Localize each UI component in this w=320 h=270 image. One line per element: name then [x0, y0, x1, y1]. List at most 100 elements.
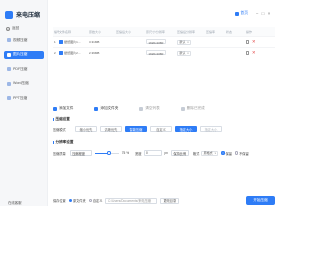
- target-resolution-select[interactable]: 默认 ▾: [177, 50, 192, 56]
- sidebar-item-pdf[interactable]: PDF压缩: [4, 65, 44, 74]
- action-label: 删除已完成: [186, 106, 205, 110]
- folder-icon: [94, 106, 99, 111]
- output-row: 压缩质量 压缩程度 75 % 宽度 0 px 保持比例 格式 原格式 ▾ 保留: [53, 150, 275, 156]
- target-resolution-select[interactable]: 默认 ▾: [177, 39, 192, 45]
- radio-keep[interactable]: 保留: [221, 151, 232, 156]
- mode-option[interactable]: 智能压缩: [125, 126, 147, 132]
- save-path-input[interactable]: C:/Users/Documents/来电压缩: [105, 197, 158, 204]
- section-bar: [53, 117, 54, 122]
- back-button[interactable]: ‹ 返回: [6, 26, 19, 31]
- sidebar-item-image[interactable]: 图片压缩: [4, 50, 44, 59]
- radio-dot: [221, 151, 225, 155]
- add-file-icon: [53, 106, 57, 111]
- sidebar-item-video[interactable]: 视频压缩: [4, 36, 44, 45]
- target-resolution-value: 默认: [179, 51, 186, 55]
- section-title-text: 分辨率设置: [55, 140, 74, 144]
- customer-service-link[interactable]: 在线客服: [8, 200, 22, 205]
- radio-discard[interactable]: 不保留: [234, 151, 249, 156]
- action-bar: 添加文件 添加文件夹 清空列表 删除已完成: [53, 106, 275, 111]
- sidebar-item-ppt[interactable]: PPT压缩: [4, 94, 44, 103]
- row-ops: ✕: [246, 51, 275, 55]
- mode-option[interactable]: 清晰优先: [100, 126, 122, 132]
- format-value: 原格式: [203, 151, 213, 155]
- mode-option[interactable]: 自定义: [150, 126, 172, 132]
- save-location-label: 保存位置: [53, 199, 66, 203]
- image-icon: [7, 52, 11, 57]
- col-header: 压缩后分辨率: [177, 29, 196, 34]
- file-name-cell: 壁纸图片1....: [59, 40, 89, 44]
- action-label: 添加文件: [59, 106, 74, 110]
- col-header: 操作: [246, 29, 253, 34]
- delete-icon[interactable]: ✕: [252, 40, 256, 44]
- resolution-cell: 1920x1080: [146, 39, 177, 45]
- row-ops: ✕: [246, 40, 275, 44]
- compress-settings-title: 压缩设置: [53, 117, 70, 122]
- size-option[interactable]: 指定大小: [200, 126, 222, 132]
- file-table: 编号 文件名称 原始大小 压缩后大小 原尺寸/分辨率 压缩后分辨率 压缩率 状态…: [53, 27, 275, 97]
- back-label: 返回: [12, 26, 20, 30]
- add-folder-button[interactable]: 添加文件夹: [94, 106, 118, 111]
- section-title-text: 压缩设置: [55, 117, 70, 121]
- file-size: 3.31MB: [89, 40, 100, 44]
- col-header: 压缩率: [206, 29, 216, 34]
- file-name-cell: 壁纸图片2....: [59, 51, 89, 55]
- title-controls: 首页 − □ ×: [234, 11, 272, 16]
- output-settings-title: 分辨率设置: [53, 140, 73, 145]
- radio-same-folder[interactable]: 原文件夹: [68, 198, 86, 203]
- col-header: 原始大小: [89, 29, 102, 34]
- add-file-button[interactable]: 添加文件: [53, 106, 73, 111]
- table-row[interactable]: 1 壁纸图片1.... 3.31MB 1920x1080 默认 ▾ ✕: [53, 36, 275, 47]
- col-header: 状态: [226, 29, 233, 34]
- open-folder-icon[interactable]: [246, 51, 250, 55]
- col-header: 原尺寸/分辨率: [146, 29, 165, 34]
- unit-label: %: [126, 151, 130, 155]
- remove-done-button[interactable]: 删除已完成: [180, 106, 205, 111]
- chevron-down-icon: ▾: [187, 51, 189, 55]
- width-input[interactable]: 0: [143, 150, 162, 156]
- compress-mode-row: 压缩模式 缩小优先 清晰优先 智能压缩 自定义 指定大小 指定大小: [53, 126, 225, 132]
- save-path-value: C:/Users/Documents/来电压缩: [107, 199, 151, 203]
- radio-label: 不保留: [239, 151, 249, 156]
- pdf-icon: [7, 67, 11, 72]
- width-value: 0: [146, 151, 148, 155]
- sidebar: 来电压缩 ‹ 返回 视频压缩 图片压缩 PDF压缩 Word压缩 PPT压缩 在…: [0, 0, 48, 206]
- sidebar-item-label: PDF压缩: [13, 66, 28, 71]
- sidebar-item-label: 图片压缩: [13, 52, 28, 57]
- file-name: 壁纸图片1....: [64, 40, 82, 44]
- target-resolution-value: 默认: [179, 40, 186, 44]
- app-name: 来电压缩: [16, 13, 41, 19]
- image-file-icon: [59, 40, 63, 44]
- change-dir-button[interactable]: 更改目录: [160, 197, 180, 204]
- sidebar-item-word[interactable]: Word压缩: [4, 80, 44, 89]
- quality-text-box: 压缩程度: [69, 150, 92, 156]
- resolution-value: 1920x1080: [146, 50, 166, 56]
- size-option[interactable]: 指定大小: [175, 126, 197, 132]
- keep-ratio-box[interactable]: 保持比例: [170, 150, 189, 156]
- slider-handle[interactable]: [107, 151, 111, 155]
- file-name: 壁纸图片2....: [64, 51, 82, 55]
- home-label: 首页: [240, 11, 248, 15]
- app-logo-icon: [5, 10, 13, 19]
- table-row[interactable]: 2 壁纸图片2.... 2.39MB 1920x1080 默认 ▾ ✕: [53, 47, 275, 58]
- start-compress-button[interactable]: 开始压缩: [246, 196, 275, 205]
- open-folder-icon[interactable]: [246, 40, 250, 44]
- title-bar: 首页 − □ ×: [48, 0, 280, 22]
- mode-label: 压缩模式: [53, 127, 66, 132]
- clear-list-button[interactable]: 清空列表: [139, 106, 160, 111]
- quality-text: 压缩程度: [72, 151, 85, 156]
- mode-option[interactable]: 缩小优先: [75, 126, 97, 132]
- close-icon[interactable]: ×: [266, 11, 272, 16]
- radio-dot: [234, 151, 239, 155]
- word-icon: [7, 81, 11, 86]
- ppt-icon: [7, 96, 11, 101]
- format-select[interactable]: 原格式 ▾: [201, 150, 219, 156]
- home-button[interactable]: 首页: [234, 11, 248, 16]
- table-header: 编号 文件名称 原始大小 压缩后大小 原尺寸/分辨率 压缩后分辨率 压缩率 状态…: [53, 27, 275, 36]
- brand: 来电压缩: [5, 10, 40, 19]
- delete-icon[interactable]: ✕: [252, 51, 256, 55]
- radio-custom-folder[interactable]: 自定义: [88, 198, 102, 203]
- action-label: 添加文件夹: [100, 106, 119, 110]
- action-label: 清空列表: [145, 106, 160, 110]
- quality-slider[interactable]: [94, 150, 119, 156]
- resolution-value: 1920x1080: [146, 39, 166, 45]
